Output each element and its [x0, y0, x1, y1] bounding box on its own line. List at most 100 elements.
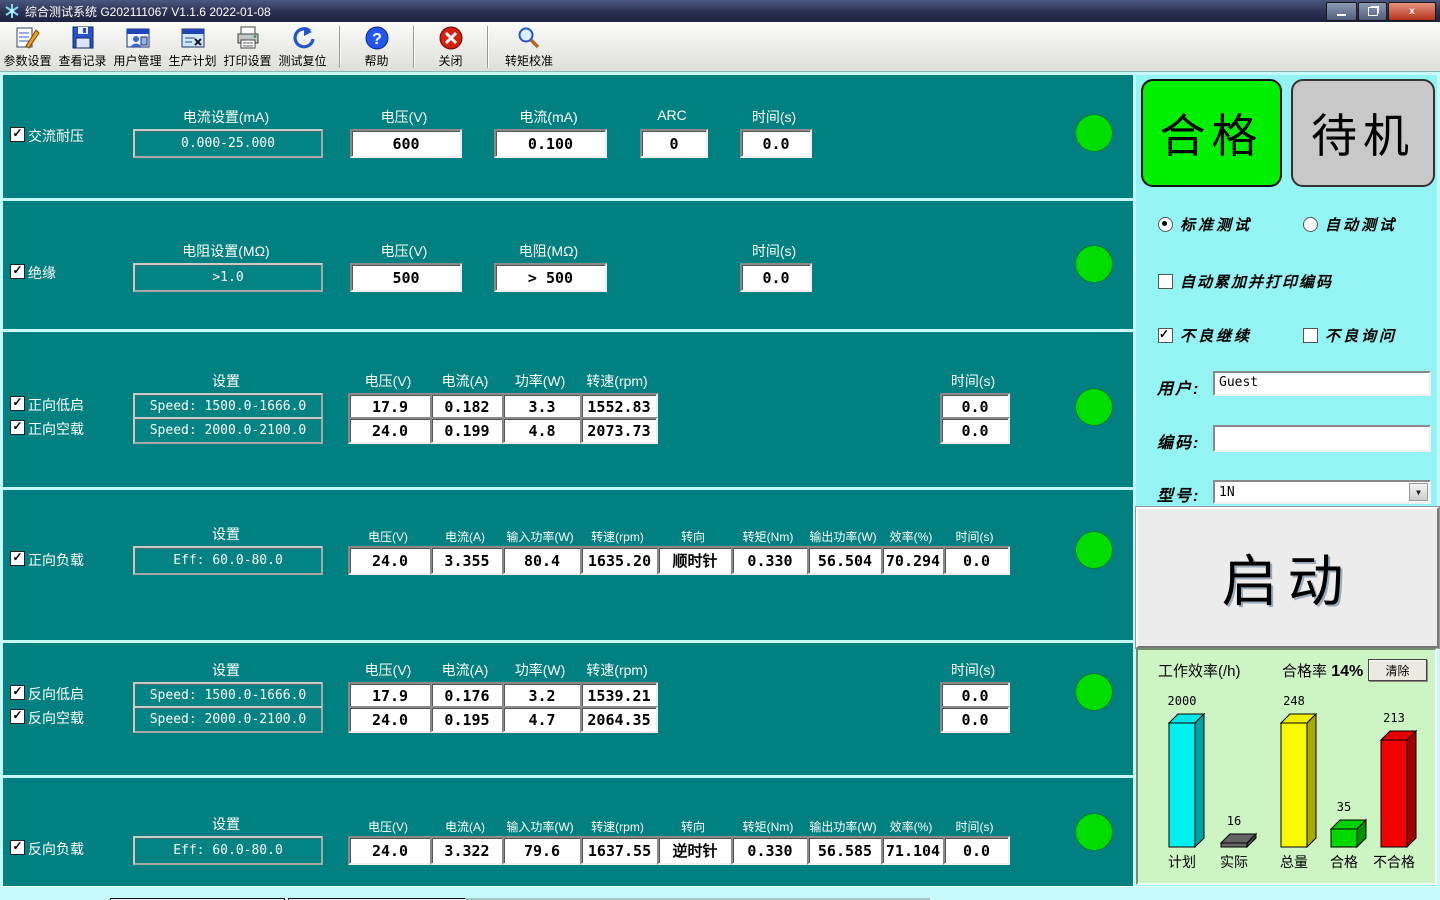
- rev-noload-label: 反向空载: [28, 708, 84, 728]
- fwd-set-header: 设置: [133, 371, 319, 391]
- user-input[interactable]: Guest: [1213, 371, 1431, 396]
- autoprint-checkbox[interactable]: [1158, 274, 1173, 289]
- fwd-r2-speed: 2073.73: [580, 417, 658, 444]
- fl-h-current: 电流(A): [430, 528, 500, 545]
- bar-value-4: 35: [1318, 800, 1370, 814]
- bottom-strip: [0, 886, 1440, 900]
- ins-checkbox[interactable]: [10, 264, 25, 279]
- rev-r2-current: 0.195: [430, 706, 504, 733]
- acw-label: 交流耐压: [28, 126, 84, 146]
- fwd-h-speed: 转速(rpm): [580, 371, 654, 391]
- toolbar-close-app-button[interactable]: 关闭: [423, 25, 478, 69]
- chevron-down-icon[interactable]: ▼: [1409, 483, 1428, 501]
- right-panel: 合格 待机 标准测试 自动测试 自动累加并打印编码 不良继续 不良询问 用户: …: [1136, 75, 1437, 886]
- fwd-load-set-value: Eff: 60.0-80.0: [133, 546, 323, 575]
- rev-load-set-header: 设置: [133, 814, 319, 834]
- bad-continue-checkbox[interactable]: [1158, 328, 1173, 343]
- bar-value-5: 213: [1368, 711, 1420, 725]
- rl-eff: 71.104: [881, 836, 945, 865]
- chart-bar-1: [1168, 712, 1206, 848]
- rev-lowstart-checkbox[interactable]: [10, 685, 25, 700]
- rl-inpower: 79.6: [502, 836, 582, 865]
- fwd-noload-status-lamp: [1075, 388, 1113, 426]
- close-button[interactable]: x: [1388, 2, 1436, 21]
- toolbar-records-button[interactable]: 查看记录: [55, 25, 110, 69]
- rev-h-voltage: 电压(V): [348, 660, 428, 680]
- bar-value-3: 248: [1268, 694, 1320, 708]
- model-value: 1N: [1219, 485, 1235, 500]
- toolbar-plan-button[interactable]: 生产计划: [165, 25, 220, 69]
- close-red-icon: [438, 25, 464, 51]
- fwd-r1-voltage: 17.9: [348, 393, 432, 420]
- rev-h-speed: 转速(rpm): [580, 660, 654, 680]
- standard-test-option[interactable]: 标准测试: [1158, 214, 1252, 235]
- fwd-r2-voltage: 24.0: [348, 417, 432, 444]
- fl-h-inpower: 输入功率(W): [502, 528, 578, 545]
- test-row-reverse-load: 反向负载 设置 Eff: 60.0-80.0 电压(V) 电流(A) 输入功率(…: [3, 778, 1133, 886]
- toolbar-print-button[interactable]: 打印设置: [220, 25, 275, 69]
- rl-outpower: 56.585: [807, 836, 883, 865]
- acw-time-value: 0.0: [740, 129, 812, 158]
- model-dropdown[interactable]: 1N ▼: [1213, 480, 1431, 504]
- standard-test-radio[interactable]: [1158, 217, 1173, 232]
- bad-ask-label: 不良询问: [1325, 325, 1397, 346]
- rl-h-outpower: 输出功率(W): [807, 818, 879, 835]
- rev-r2-power: 4.7: [502, 706, 582, 733]
- fwd-r2-current: 0.199: [430, 417, 504, 444]
- bar-value-1: 2000: [1156, 694, 1208, 708]
- autoprint-option[interactable]: 自动累加并打印编码: [1158, 271, 1333, 292]
- ins-label: 绝缘: [28, 263, 56, 283]
- standard-test-label: 标准测试: [1180, 214, 1252, 235]
- code-input[interactable]: [1213, 425, 1431, 452]
- fwd-noload-checkbox[interactable]: [10, 420, 25, 435]
- fwd-h-current: 电流(A): [430, 371, 500, 391]
- toolbar-reset-button[interactable]: 测试复位: [275, 25, 330, 69]
- rl-direction: 逆时针: [657, 836, 733, 865]
- fwd-r2-power: 4.8: [502, 417, 582, 444]
- acw-current-header: 电流(mA): [494, 107, 603, 127]
- start-button[interactable]: 启动: [1136, 507, 1439, 648]
- rl-voltage: 24.0: [348, 836, 432, 865]
- rev-lowstart-label: 反向低启: [28, 684, 84, 704]
- minimize-button[interactable]: [1326, 2, 1357, 21]
- fwd-load-set-header: 设置: [133, 524, 319, 544]
- toolbar-settings-button[interactable]: 参数设置: [0, 25, 55, 69]
- acw-current-value: 0.100: [494, 129, 607, 158]
- toolbar-users-button[interactable]: 用户管理: [110, 25, 165, 69]
- rev-load-checkbox[interactable]: [10, 840, 25, 855]
- magnifier-icon: [516, 25, 542, 51]
- auto-test-radio[interactable]: [1303, 217, 1318, 232]
- rl-speed: 1637.55: [580, 836, 659, 865]
- fwd-lowstart-checkbox[interactable]: [10, 396, 25, 411]
- bad-ask-option[interactable]: 不良询问: [1303, 325, 1397, 346]
- fl-h-eff: 效率(%): [881, 528, 941, 545]
- fl-torque: 0.330: [731, 546, 809, 575]
- printer-icon: [235, 25, 261, 51]
- rev-load-label: 反向负载: [28, 839, 84, 859]
- auto-test-option[interactable]: 自动测试: [1303, 214, 1397, 235]
- state-standby-indicator: 待机: [1291, 79, 1435, 187]
- acw-time-header: 时间(s): [740, 107, 808, 127]
- rev-set-value-2: Speed: 2000.0-2100.0: [133, 706, 323, 733]
- rev-time-2: 0.0: [940, 706, 1010, 733]
- acw-set-value: 0.000-25.000: [133, 129, 323, 158]
- rev-noload-checkbox[interactable]: [10, 709, 25, 724]
- rev-r1-current: 0.176: [430, 682, 504, 709]
- rl-current: 3.322: [430, 836, 504, 865]
- fwd-load-checkbox[interactable]: [10, 551, 25, 566]
- toolbar-torque-calibration-button[interactable]: 转矩校准: [497, 25, 561, 69]
- acw-checkbox[interactable]: [10, 127, 25, 142]
- restore-button[interactable]: [1358, 2, 1387, 21]
- bar-category-5: 不合格: [1368, 852, 1420, 872]
- autoprint-label: 自动累加并打印编码: [1180, 271, 1333, 292]
- acw-set-header: 电流设置(mA): [133, 107, 319, 127]
- bad-continue-option[interactable]: 不良继续: [1158, 325, 1252, 346]
- bad-ask-checkbox[interactable]: [1303, 328, 1318, 343]
- auto-test-label: 自动测试: [1325, 214, 1397, 235]
- fl-h-torque: 转矩(Nm): [731, 528, 805, 545]
- rl-h-voltage: 电压(V): [348, 818, 428, 835]
- fwd-time-1: 0.0: [940, 393, 1010, 420]
- ins-resistance-value: > 500: [494, 263, 607, 292]
- toolbar-help-button[interactable]: ? 帮助: [349, 25, 404, 69]
- rev-load-set-value: Eff: 60.0-80.0: [133, 836, 323, 865]
